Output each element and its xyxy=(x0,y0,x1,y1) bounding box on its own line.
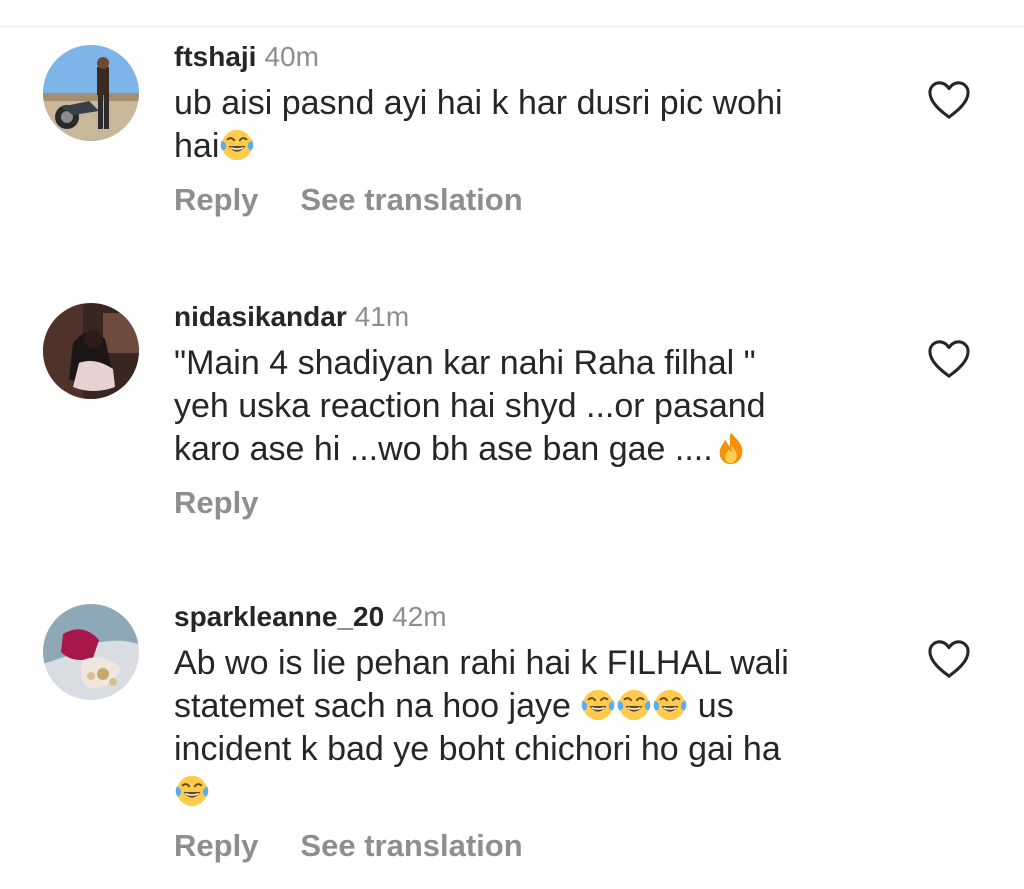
comment-username[interactable]: sparkleanne_20 xyxy=(174,601,384,632)
comment-timestamp: 40m xyxy=(264,41,319,72)
face-with-tears-of-joy-icon xyxy=(581,688,615,722)
comment-text-line: "Main 4 shadiyan kar nahi Raha filhal " xyxy=(174,344,756,382)
comment-timestamp: 41m xyxy=(354,301,410,332)
comment-text-line: ub aisi pasnd ayi hai k har dusri pic wo… xyxy=(174,84,783,122)
face-with-tears-of-joy-icon xyxy=(617,688,651,722)
comment-text-fragment: us xyxy=(688,687,734,725)
top-divider xyxy=(0,26,1024,27)
comment-text: "Main 4 shadiyan kar nahi Raha filhal " … xyxy=(174,342,874,471)
face-with-tears-of-joy-icon xyxy=(175,774,209,808)
face-with-tears-of-joy-icon xyxy=(653,688,687,722)
comment-text-fragment: karo ase hi ...wo bh ase ban gae .... xyxy=(174,430,713,468)
avatar[interactable] xyxy=(43,45,139,141)
heart-outline-icon[interactable] xyxy=(926,79,972,121)
comment-text: Ab wo is lie pehan rahi hai k FILHAL wal… xyxy=(174,642,874,814)
comment-text-line xyxy=(174,771,874,814)
comment-text-fragment: statemet sach na hoo jaye xyxy=(174,687,581,725)
see-translation-button[interactable]: See translation xyxy=(300,182,522,217)
comment-text-line: yeh uska reaction hai shyd ...or pasand xyxy=(174,387,766,425)
comment-username[interactable]: nidasikandar xyxy=(174,301,347,332)
avatar[interactable] xyxy=(43,604,139,700)
face-with-tears-of-joy-icon xyxy=(220,128,254,162)
comment-text-line: statemet sach na hoo jaye us xyxy=(174,685,874,728)
heart-outline-icon[interactable] xyxy=(926,338,972,380)
comment-text-fragment: hai xyxy=(174,127,220,165)
reply-button[interactable]: Reply xyxy=(174,828,258,863)
comment-username[interactable]: ftshaji xyxy=(174,41,256,72)
see-translation-button[interactable]: See translation xyxy=(300,828,522,863)
comment-timestamp: 42m xyxy=(392,601,447,632)
comment-text-line: incident k bad ye boht chichori ho gai h… xyxy=(174,730,781,768)
reply-button[interactable]: Reply xyxy=(174,485,258,520)
comment-text-line: karo ase hi ...wo bh ase ban gae .... xyxy=(174,428,874,471)
comment-text-line: hai xyxy=(174,125,874,168)
comment-text-line: Ab wo is lie pehan rahi hai k FILHAL wal… xyxy=(174,644,789,682)
reply-button[interactable]: Reply xyxy=(174,182,258,217)
comment-text: ub aisi pasnd ayi hai k har dusri pic wo… xyxy=(174,82,874,168)
fire-icon xyxy=(714,431,748,465)
heart-outline-icon[interactable] xyxy=(926,638,972,680)
avatar[interactable] xyxy=(43,303,139,399)
